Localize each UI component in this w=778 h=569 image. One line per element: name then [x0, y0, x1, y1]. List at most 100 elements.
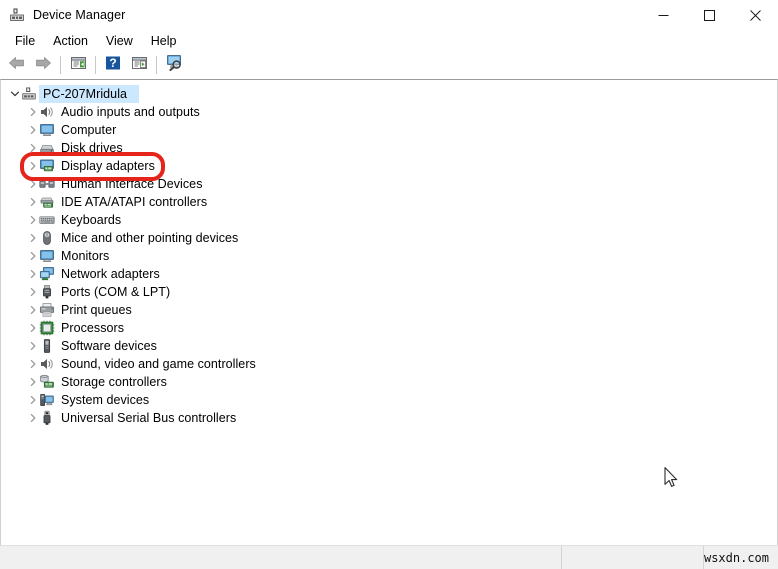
device-tree[interactable]: PC-207Mridula Audio inputs and outputs C…: [1, 82, 777, 545]
tree-item-label: Monitors: [61, 249, 110, 263]
toolbar: ?: [0, 52, 778, 79]
toolbar-separator-3: [156, 56, 157, 74]
menu-view[interactable]: View: [97, 32, 142, 50]
tree-item-label: Computer: [61, 123, 117, 137]
chevron-right-icon[interactable]: [26, 409, 39, 427]
tree-item-label: Print queues: [61, 303, 132, 317]
tree-item-storage-controllers[interactable]: Storage controllers: [1, 373, 777, 391]
chevron-right-icon[interactable]: [26, 301, 39, 319]
menu-action[interactable]: Action: [44, 32, 97, 50]
tree-item-software-devices[interactable]: Software devices: [1, 337, 777, 355]
tree-item-display-adapters[interactable]: Display adapters: [1, 157, 777, 175]
chevron-right-icon[interactable]: [26, 247, 39, 265]
chevron-right-icon[interactable]: [26, 373, 39, 391]
chevron-right-icon[interactable]: [26, 175, 39, 193]
tree-item-label: Keyboards: [61, 213, 122, 227]
chevron-right-icon[interactable]: [26, 103, 39, 121]
tree-item-mice-and-other-pointing-devices[interactable]: Mice and other pointing devices: [1, 229, 777, 247]
tree-item-sound-video-and-game-controllers[interactable]: Sound, video and game controllers: [1, 355, 777, 373]
system-device-icon: [39, 392, 55, 408]
tree-item-label: Network adapters: [61, 267, 160, 281]
printer-icon: [39, 302, 55, 318]
chevron-right-icon[interactable]: [26, 337, 39, 355]
port-icon: [39, 284, 55, 300]
tree-item-label: Sound, video and game controllers: [61, 357, 256, 371]
storage-controller-icon: [39, 374, 55, 390]
tree-item-network-adapters[interactable]: Network adapters: [1, 265, 777, 283]
menu-file[interactable]: File: [6, 32, 44, 50]
status-pane-main: [0, 546, 561, 569]
tree-item-label: Disk drives: [61, 141, 123, 155]
tree-item-label: Processors: [61, 321, 125, 335]
chevron-right-icon[interactable]: [26, 121, 39, 139]
tree-item-system-devices[interactable]: System devices: [1, 391, 777, 409]
tree-item-label: Mice and other pointing devices: [61, 231, 239, 245]
title-bar: Device Manager: [0, 0, 778, 30]
window-title: Device Manager: [33, 8, 126, 22]
scan-hardware-button[interactable]: [161, 53, 187, 77]
properties-button[interactable]: [65, 53, 91, 77]
help-question-icon: ?: [105, 55, 121, 76]
chevron-right-icon[interactable]: [26, 319, 39, 337]
properties-icon: [70, 55, 87, 76]
chevron-right-icon[interactable]: [26, 211, 39, 229]
tree-item-label: Universal Serial Bus controllers: [61, 411, 237, 425]
monitor-icon: [39, 122, 55, 138]
menu-bar: File Action View Help: [0, 30, 778, 52]
chevron-right-icon[interactable]: [26, 283, 39, 301]
tree-item-label: Human Interface Devices: [61, 177, 203, 191]
menu-help[interactable]: Help: [142, 32, 186, 50]
disk-drive-icon: [39, 140, 55, 156]
forward-arrow-icon: [34, 55, 52, 76]
mouse-icon: [39, 230, 55, 246]
status-pane-secondary: [560, 546, 703, 569]
tree-item-disk-drives[interactable]: Disk drives: [1, 139, 777, 157]
tree-item-root[interactable]: PC-207Mridula: [1, 85, 777, 103]
chevron-right-icon[interactable]: [26, 157, 39, 175]
tree-item-label: IDE ATA/ATAPI controllers: [61, 195, 208, 209]
update-driver-button[interactable]: [126, 53, 152, 77]
chevron-right-icon[interactable]: [26, 391, 39, 409]
usb-icon: [39, 410, 55, 426]
help-button[interactable]: ?: [100, 53, 126, 77]
device-manager-icon: [9, 7, 25, 23]
toolbar-separator-2: [95, 56, 96, 74]
software-device-icon: [39, 338, 55, 354]
keyboard-icon: [39, 212, 55, 228]
computer-root-icon: [21, 86, 37, 102]
tree-item-print-queues[interactable]: Print queues: [1, 301, 777, 319]
tree-item-monitors[interactable]: Monitors: [1, 247, 777, 265]
tree-item-human-interface-devices[interactable]: Human Interface Devices: [1, 175, 777, 193]
tree-item-processors[interactable]: Processors: [1, 319, 777, 337]
speaker-icon: [39, 356, 55, 372]
tree-item-keyboards[interactable]: Keyboards: [1, 211, 777, 229]
tree-item-label: Audio inputs and outputs: [61, 105, 200, 119]
back-button[interactable]: [4, 53, 30, 77]
tree-item-universal-serial-bus-controllers[interactable]: Universal Serial Bus controllers: [1, 409, 777, 427]
tree-item-ports-com-and-lpt[interactable]: Ports (COM & LPT): [1, 283, 777, 301]
chevron-down-icon[interactable]: [8, 85, 21, 103]
tree-item-ide-ata-atapi-controllers[interactable]: IDE ATA/ATAPI controllers: [1, 193, 777, 211]
watermark-label: wsxdn.com: [702, 546, 778, 569]
svg-text:?: ?: [109, 56, 116, 70]
chevron-right-icon[interactable]: [26, 229, 39, 247]
tree-item-audio-inputs-and-outputs[interactable]: Audio inputs and outputs: [1, 103, 777, 121]
chevron-right-icon[interactable]: [26, 265, 39, 283]
chevron-right-icon[interactable]: [26, 193, 39, 211]
display-adapter-icon: [39, 158, 55, 174]
status-bar: wsxdn.com: [0, 545, 778, 569]
tree-item-label: Ports (COM & LPT): [61, 285, 171, 299]
tree-item-label: PC-207Mridula: [43, 87, 128, 101]
chevron-right-icon[interactable]: [26, 355, 39, 373]
forward-button[interactable]: [30, 53, 56, 77]
minimize-button[interactable]: [640, 0, 686, 30]
network-adapter-icon: [39, 266, 55, 282]
chevron-right-icon[interactable]: [26, 139, 39, 157]
device-tree-panel[interactable]: PC-207Mridula Audio inputs and outputs C…: [0, 79, 778, 545]
device-manager-window: Device Manager File Action View Help ? P…: [0, 0, 778, 569]
ide-controller-icon: [39, 194, 55, 210]
close-button[interactable]: [732, 0, 778, 30]
update-driver-icon: [131, 55, 148, 76]
tree-item-computer[interactable]: Computer: [1, 121, 777, 139]
maximize-button[interactable]: [686, 0, 732, 30]
